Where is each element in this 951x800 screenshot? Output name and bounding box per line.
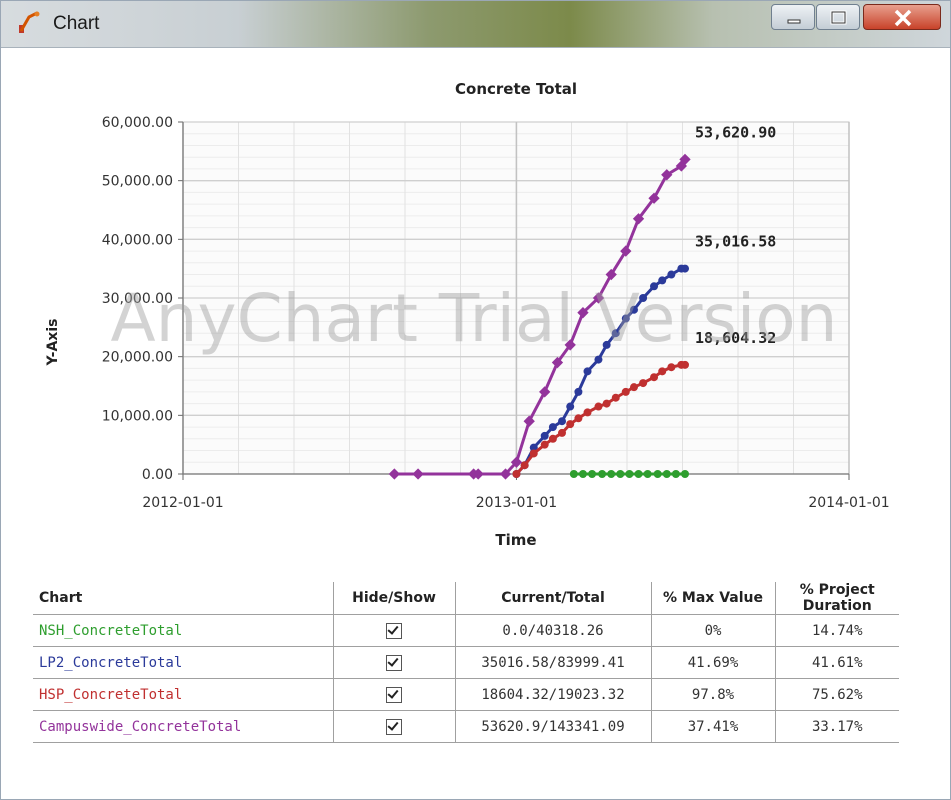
data-point [558, 417, 567, 426]
data-point [611, 393, 620, 402]
x-axis-label: Time [495, 531, 536, 549]
y-tick-label: 50,000.00 [102, 174, 173, 190]
series-name-cell: NSH_ConcreteTotal [33, 614, 334, 647]
data-point [583, 408, 592, 417]
data-point [569, 470, 578, 478]
series-name-cell: HSP_ConcreteTotal [33, 678, 334, 711]
y-axis-label: Y-Axis [45, 319, 61, 367]
chart-title: Concrete Total [455, 80, 577, 98]
table-row: LP2_ConcreteTotal 35016.58/83999.41 41.69%… [33, 646, 899, 679]
data-point [598, 470, 607, 478]
project-duration-cell: 75.62% [774, 678, 899, 711]
data-point [667, 270, 676, 279]
current-total-cell: 0.0/40318.26 [454, 614, 652, 647]
data-point [607, 470, 616, 478]
hide-show-checkbox[interactable] [386, 654, 402, 671]
column-header-project-duration: % Project Duration [774, 582, 899, 615]
close-button[interactable] [863, 4, 941, 30]
data-point [625, 470, 634, 478]
current-total-cell: 53620.9/143341.09 [454, 710, 652, 743]
chart-window: Chart Concrete Total 0.00 10,000.00 20,000… [0, 0, 951, 800]
data-point [621, 387, 630, 396]
series-table: Chart Hide/Show Current/Total % Max Valu… [33, 582, 899, 743]
series-name-cell: Campuswide_ConcreteTotal [33, 710, 334, 743]
y-tick-label: 60,000.00 [102, 115, 173, 131]
table-row: HSP_ConcreteTotal 18604.32/19023.32 97.8% 7… [33, 678, 899, 711]
current-total-cell: 18604.32/19023.32 [454, 678, 652, 711]
chart-client-area: Concrete Total 0.00 10,000.00 20,000.00 30,… [9, 48, 943, 793]
series-name-cell: LP2_ConcreteTotal [33, 646, 334, 679]
x-tick-label: 2014-01-01 [808, 495, 889, 511]
column-header-chart: Chart [33, 582, 334, 615]
data-point [594, 402, 603, 411]
max-value-cell: 97.8% [650, 678, 776, 711]
data-point [574, 387, 583, 396]
data-point [583, 367, 592, 376]
column-header-hide-show: Hide/Show [332, 582, 456, 615]
x-tick-label: 2012-01-01 [142, 495, 223, 511]
data-point [662, 470, 671, 478]
column-header-current-total: Current/Total [454, 582, 652, 615]
hide-show-cell [332, 646, 456, 679]
data-point [653, 470, 662, 478]
table-row: Campuswide_ConcreteTotal 53620.9/143341.0… [33, 710, 899, 743]
max-value-cell: 0% [650, 614, 776, 647]
data-point [558, 428, 567, 437]
line-chart: Concrete Total 0.0010,000.0020,000.0030,… [45, 80, 890, 549]
maximize-button[interactable] [816, 4, 860, 30]
hide-show-checkbox[interactable] [386, 686, 402, 703]
hide-show-checkbox[interactable] [386, 718, 402, 735]
data-point [566, 402, 575, 411]
chart-app-icon [19, 11, 40, 33]
y-tick-label: 40,000.00 [102, 232, 173, 248]
data-point [643, 470, 652, 478]
project-duration-cell: 33.17% [774, 710, 899, 743]
end-value-label: 35,016.58 [695, 233, 776, 251]
minimize-button[interactable] [771, 4, 815, 30]
data-point [681, 264, 690, 273]
data-point [574, 414, 583, 423]
maximize-icon [830, 10, 847, 25]
table-row: NSH_ConcreteTotal 0.0/40318.26 0% 14.74% [33, 614, 899, 647]
title-bar[interactable]: Chart [1, 1, 950, 48]
minimize-icon [787, 19, 801, 24]
data-point [566, 420, 575, 429]
y-tick-label: 10,000.00 [102, 408, 173, 424]
data-point [671, 470, 680, 478]
data-point [578, 470, 587, 478]
hide-show-cell [332, 678, 456, 711]
max-value-cell: 41.69% [650, 646, 776, 679]
data-point [658, 367, 667, 376]
data-point [629, 383, 638, 392]
data-point [602, 399, 611, 408]
y-tick-label: 0.00 [142, 467, 173, 483]
data-point [634, 470, 643, 478]
current-total-cell: 35016.58/83999.41 [454, 646, 652, 679]
hide-show-cell [332, 614, 456, 647]
close-icon [894, 9, 912, 27]
project-duration-cell: 14.74% [774, 614, 899, 647]
data-point [548, 434, 557, 443]
watermark-text: AnyChart Trial Version [111, 280, 838, 357]
data-point [540, 431, 549, 440]
data-point [529, 449, 538, 458]
data-point [650, 373, 659, 382]
end-value-label: 53,620.90 [695, 123, 776, 141]
hide-show-checkbox[interactable] [386, 622, 402, 639]
column-header-max-value: % Max Value [650, 582, 776, 615]
project-duration-cell: 41.61% [774, 646, 899, 679]
x-tick-label: 2013-01-01 [476, 495, 557, 511]
data-point [588, 470, 597, 478]
data-point [548, 423, 557, 432]
hide-show-cell [332, 710, 456, 743]
data-point [639, 379, 648, 388]
data-point [681, 360, 690, 369]
data-point [512, 470, 521, 478]
window-title: Chart [53, 13, 100, 34]
data-point [540, 440, 549, 449]
data-point [681, 470, 690, 478]
data-point [667, 363, 676, 372]
data-point [616, 470, 625, 478]
max-value-cell: 37.41% [650, 710, 776, 743]
